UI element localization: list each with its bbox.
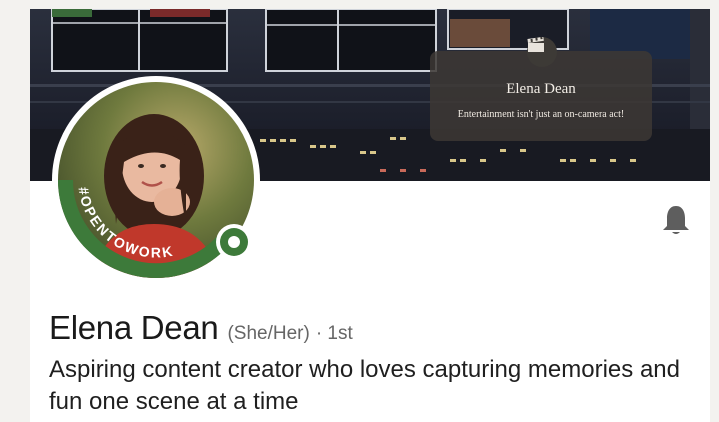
profile-avatar[interactable]: #OPENTOWORK bbox=[50, 74, 262, 286]
clapperboard-icon bbox=[527, 37, 557, 67]
profile-headline: Aspiring content creator who loves captu… bbox=[49, 356, 680, 415]
connection-degree: · 1st bbox=[315, 323, 353, 344]
banner-overlay-name: Elena Dean bbox=[506, 81, 576, 97]
profile-pronouns: (She/Her) bbox=[227, 323, 310, 344]
profile-card: Elena Dean Entertainment isn't just an o… bbox=[30, 9, 710, 422]
profile-name-row: Elena Dean (She/Her) · 1st bbox=[49, 309, 353, 347]
banner-overlay-card: Elena Dean Entertainment isn't just an o… bbox=[430, 37, 652, 141]
bell-icon[interactable] bbox=[658, 202, 694, 238]
profile-name: Elena Dean bbox=[49, 309, 219, 346]
banner-overlay-tagline: Entertainment isn't just an on-camera ac… bbox=[457, 109, 625, 120]
